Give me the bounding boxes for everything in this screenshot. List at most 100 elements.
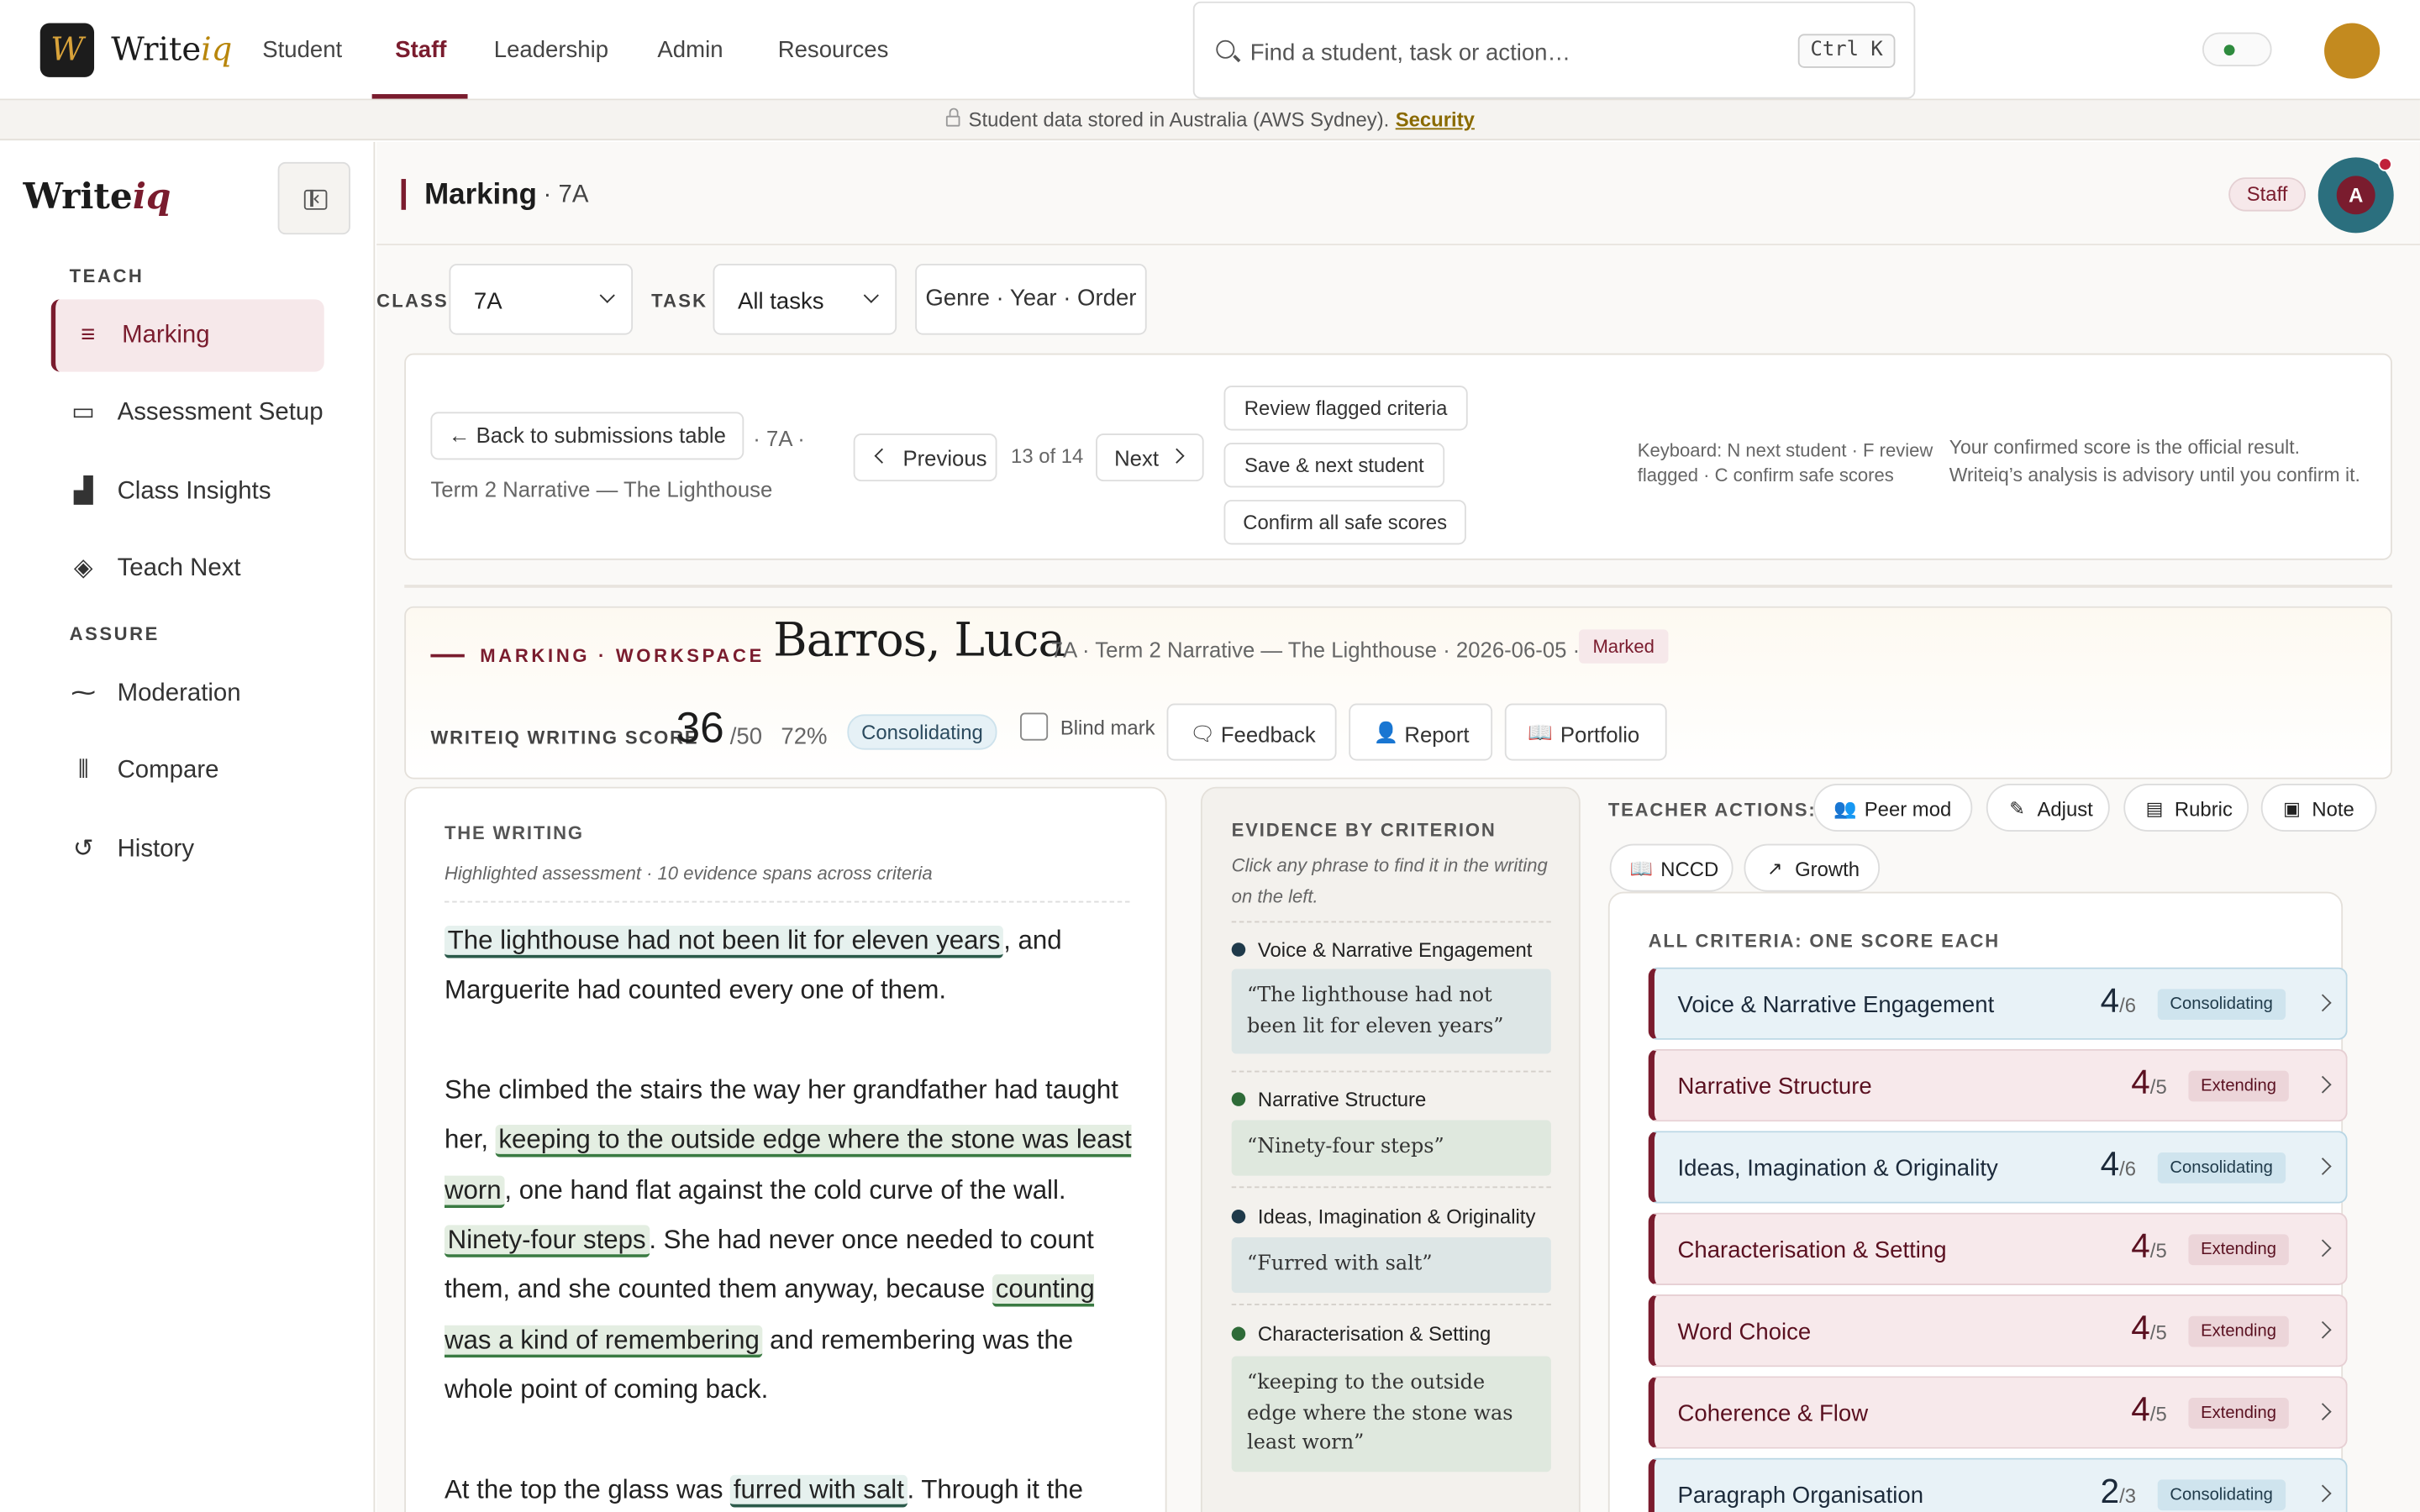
criterion-name: Word Choice [1677,1319,1812,1346]
criterion-row-voice[interactable]: Voice & Narrative Engagement 4/6 Consoli… [1648,967,2348,1040]
previous-student-button[interactable]: Previous [853,433,997,482]
advisory-line1: Your confirmed score is the official res… [1949,436,2301,459]
sidebar-item-label: Moderation [117,680,241,707]
writing-rule [444,900,1130,903]
criterion-name: Characterisation & Setting [1677,1237,1947,1264]
criterion-row-characterisation[interactable]: Characterisation & Setting 4/5 Extending [1648,1212,2348,1285]
portfolio-label: Portfolio [1560,722,1640,747]
sidebar-item-class-insights[interactable]: ▟ Class Insights [51,455,324,528]
criterion-row-word-choice[interactable]: Word Choice 4/5 Extending [1648,1294,2348,1368]
nav-tab-leadership[interactable]: Leadership [494,37,608,63]
writeiq-logo-text[interactable]: Writeiq [111,31,232,68]
criterion-name: Voice & Narrative Engagement [1677,991,1995,1019]
checkbox-box[interactable] [1020,712,1049,741]
report-button[interactable]: 👤 Report [1349,703,1493,761]
evidence-span[interactable]: Ninety-four steps [444,1225,650,1257]
chevron-right-icon [2313,1075,2332,1094]
writeiq-logo-mark[interactable]: W [39,23,95,77]
evidence-kicker: EVIDENCE BY CRITERION [1231,819,1497,842]
class-filter-label: CLASS [376,290,449,312]
evidence-criterion-name: Ideas, Imagination & Originality [1257,1205,1536,1229]
keyboard-hint-line1: Keyboard: N next student · F review [1637,439,1933,462]
chevron-right-icon [2313,994,2332,1012]
history-icon: ↺ [72,836,94,863]
chevron-right-icon [2313,1239,2332,1257]
search-input[interactable] [1249,34,1776,71]
evidence-criterion-name: Narrative Structure [1257,1087,1427,1111]
security-link[interactable]: Security [1396,108,1475,132]
peer-mod-button[interactable]: 👥 Peer mod [1813,784,1973,832]
trend-up-icon: ↗ [1766,858,1783,879]
student-essay: The lighthouse had not been lit for elev… [444,916,1139,1512]
evidence-criterion-name: Characterisation & Setting [1257,1322,1491,1346]
class-select[interactable]: 7A [449,264,634,335]
chevron-right-icon [2313,1484,2332,1503]
evidence-quote[interactable]: “The lighthouse had not been lit for ele… [1231,969,1551,1054]
nav-tab-student[interactable]: Student [262,37,342,63]
evidence-quote[interactable]: “Ninety-four steps” [1231,1120,1551,1175]
criterion-name: Ideas, Imagination & Originality [1677,1155,1998,1182]
status-toggle[interactable] [2202,32,2272,66]
sidebar-item-assessment-setup[interactable]: ▭ Assessment Setup [51,376,324,449]
nav-tab-staff[interactable]: Staff [395,37,446,63]
sidebar-logo[interactable]: Writeiq [24,176,171,218]
speech-bubble-icon: 🗨 [1190,722,1216,746]
essay-paragraph: At the top the glass was furred with sal… [445,1465,1139,1512]
note-button[interactable]: ▣ Note [2260,784,2377,832]
class-select-value: 7A [473,288,502,315]
criterion-name: Coherence & Flow [1677,1400,1869,1427]
feedback-button[interactable]: 🗨 Feedback [1166,703,1337,761]
growth-label: Growth [1795,858,1860,881]
student-name: Barros, Luca [773,614,1065,669]
criterion-name: Paragraph Organisation [1677,1483,1924,1509]
sidebar-item-history[interactable]: ↺ History [51,813,324,885]
criterion-row-paragraph[interactable]: Paragraph Organisation 2/3 Consolidating [1648,1457,2348,1512]
menu-lines-icon: ≡ [81,322,96,349]
balance-icon: ⁓ [71,680,96,707]
task-select-value: All tasks [737,288,824,315]
user-avatar[interactable] [2324,23,2381,79]
criterion-score: 4/6 [2059,1145,2136,1185]
confirm-safe-scores-button[interactable]: Confirm all safe scores [1223,500,1466,545]
sidebar-item-compare[interactable]: ⦀ Compare [51,734,324,806]
sidebar-item-marking[interactable]: ≡ Marking [50,299,324,372]
criterion-row-structure[interactable]: Narrative Structure 4/5 Extending [1648,1048,2348,1122]
sidebar: Writeiq TEACH ≡ Marking ▭ Assessment Set… [0,141,376,1512]
back-to-submissions-button[interactable]: ← Back to submissions table [430,412,744,460]
evidence-span[interactable]: furred with salt [730,1474,908,1507]
portfolio-button[interactable]: 📖 Portfolio [1504,703,1667,761]
criterion-row-coherence[interactable]: Coherence & Flow 4/5 Extending [1648,1376,2348,1449]
nccd-button[interactable]: 📖 NCCD [1609,843,1733,892]
criterion-score-value: 4 [2131,1063,2150,1102]
account-avatar[interactable]: A [2317,157,2394,234]
growth-button[interactable]: ↗ Growth [1744,843,1881,892]
sort-order-button[interactable]: Genre · Year · Order [915,264,1147,335]
evidence-span[interactable]: The lighthouse had not been lit for elev… [444,926,1004,958]
save-next-button[interactable]: Save & next student [1223,443,1445,488]
rubric-label: Rubric [2174,797,2233,822]
kicker-accent-line [430,654,465,658]
task-select[interactable]: All tasks [713,264,897,335]
collapse-sidebar-button[interactable] [277,161,350,235]
essay-paragraph: The lighthouse had not been lit for elev… [444,916,1139,1016]
sidebar-item-moderation[interactable]: ⁓ Moderation [51,657,324,729]
criterion-row-ideas[interactable]: Ideas, Imagination & Originality 4/6 Con… [1648,1131,2348,1204]
role-badge: Staff [2228,177,2307,212]
adjust-button[interactable]: ✎ Adjust [1986,784,2110,832]
criterion-dot [1231,1209,1246,1224]
nav-tab-resources[interactable]: Resources [778,37,889,63]
criterion-score-max: /5 [2149,1075,2167,1099]
next-student-button[interactable]: Next [1096,433,1204,482]
nav-tab-admin[interactable]: Admin [657,37,723,63]
submission-meta: 7A · Term 2 Narrative — The Lighthouse ·… [1050,637,1581,662]
sidebar-item-teach-next[interactable]: ◈ Teach Next [51,533,324,605]
evidence-quote[interactable]: “keeping to the outside edge where the s… [1231,1356,1551,1472]
review-flagged-button[interactable]: Review flagged criteria [1223,386,1468,431]
report-label: Report [1404,722,1470,747]
criterion-score-max: /5 [2149,1238,2167,1263]
criterion-level-badge: Consolidating [2157,989,2286,1021]
evidence-quote[interactable]: “Furred with salt” [1231,1237,1551,1293]
rubric-button[interactable]: ▤ Rubric [2123,784,2249,832]
title-accent-bar [401,179,407,210]
pencil-icon: ✎ [2009,797,2025,820]
